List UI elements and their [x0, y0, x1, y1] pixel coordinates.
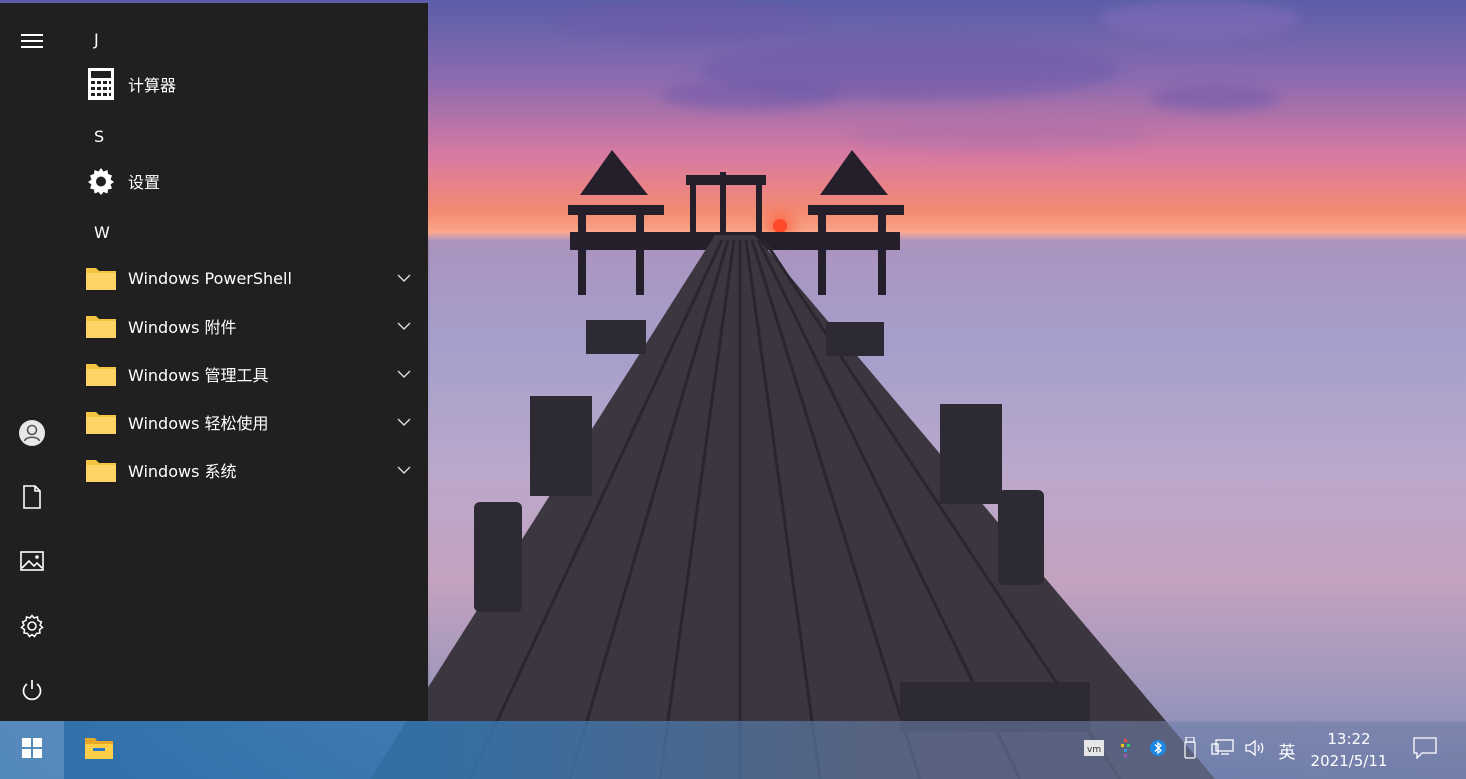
usb-device-icon [1184, 736, 1196, 763]
chevron-down-icon[interactable] [394, 412, 414, 432]
chevron-down-icon[interactable] [394, 460, 414, 480]
app-folder-windows-accessories[interactable]: Windows 附件 [84, 304, 414, 348]
hamburger-menu-button[interactable] [0, 13, 64, 69]
folder-icon [84, 309, 118, 343]
chevron-down-icon[interactable] [394, 316, 414, 336]
volume-button[interactable] [1242, 721, 1270, 779]
ime-language-button[interactable]: 英 [1272, 721, 1302, 779]
action-center-icon [1413, 737, 1437, 763]
app-label: Windows 系统 [128, 462, 237, 481]
network-button[interactable] [1208, 721, 1238, 779]
clock-date: 2021/5/11 [1310, 752, 1388, 770]
folder-icon [84, 357, 118, 391]
pictures-button[interactable] [0, 533, 64, 589]
bluetooth-button[interactable] [1144, 721, 1172, 779]
start-menu: J 计算器 S 设置 W Windows PowerShell Windows … [0, 3, 428, 721]
file-explorer-icon [84, 736, 114, 764]
user-avatar-icon [18, 419, 46, 447]
user-account-button[interactable] [0, 405, 64, 461]
app-folder-windows-ease-of-access[interactable]: Windows 轻松使用 [84, 400, 414, 444]
action-center-button[interactable] [1402, 721, 1448, 779]
colorful-tray-button[interactable] [1112, 721, 1140, 779]
app-folder-windows-admin-tools[interactable]: Windows 管理工具 [84, 352, 414, 396]
hamburger-menu-icon [21, 33, 43, 49]
network-icon [1211, 739, 1235, 761]
clock-button[interactable]: 13:22 2021/5/11 [1302, 721, 1396, 779]
usb-device-button[interactable] [1176, 721, 1204, 779]
vmware-tray-icon: vm [1084, 740, 1104, 760]
clock-time: 13:22 [1327, 730, 1371, 748]
file-explorer-button[interactable] [64, 721, 134, 779]
app-folder-windows-system[interactable]: Windows 系统 [84, 448, 414, 492]
folder-icon [84, 261, 118, 295]
volume-icon [1245, 739, 1267, 761]
chevron-down-icon[interactable] [394, 364, 414, 384]
group-letter-w[interactable]: W [94, 223, 110, 242]
start-app-list: J 计算器 S 设置 W Windows PowerShell Windows … [64, 3, 428, 721]
documents-icon [22, 485, 42, 509]
app-item-calculator[interactable]: 计算器 [84, 62, 414, 106]
ime-label: 英 [1278, 742, 1296, 763]
app-label: Windows 管理工具 [128, 366, 269, 385]
app-label: Windows 轻松使用 [128, 414, 269, 433]
pictures-icon [20, 551, 44, 571]
settings-icon [20, 614, 44, 638]
vmware-tray-button[interactable]: vm [1080, 721, 1108, 779]
start-menu-rail [0, 3, 64, 721]
group-letter-s[interactable]: S [94, 127, 104, 146]
power-icon [21, 679, 43, 701]
app-label: 设置 [128, 173, 161, 192]
gear-icon [84, 164, 118, 198]
taskbar: vm 英 13:22 2021/5/11 [0, 721, 1466, 779]
documents-button[interactable] [0, 469, 64, 525]
app-label: Windows PowerShell [128, 268, 292, 288]
app-folder-windows-powershell[interactable]: Windows PowerShell [84, 256, 414, 300]
windows-start-icon [22, 738, 42, 762]
group-letter-j[interactable]: J [94, 30, 99, 49]
start-button[interactable] [0, 721, 64, 779]
bluetooth-icon [1150, 738, 1166, 762]
svg-text:vm: vm [1087, 745, 1101, 755]
app-label: Windows 附件 [128, 318, 237, 337]
folder-icon [84, 453, 118, 487]
power-button[interactable] [0, 662, 64, 718]
folder-icon [84, 405, 118, 439]
settings-button[interactable] [0, 598, 64, 654]
app-label: 计算器 [128, 76, 177, 95]
calculator-icon [84, 67, 118, 101]
colorful-tray-icon [1119, 739, 1133, 761]
chevron-down-icon[interactable] [394, 268, 414, 288]
app-item-settings[interactable]: 设置 [84, 159, 414, 203]
